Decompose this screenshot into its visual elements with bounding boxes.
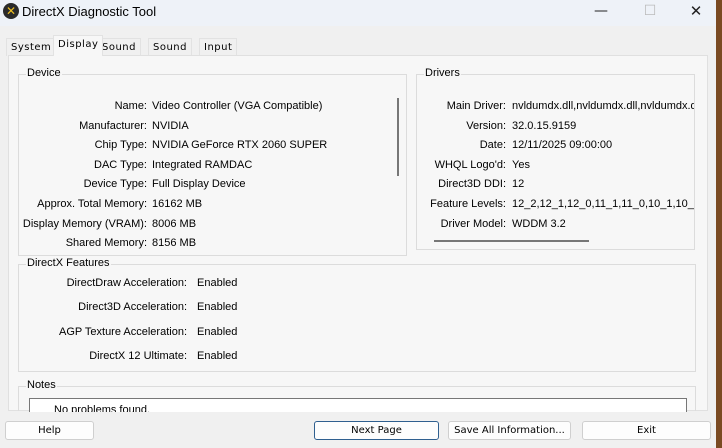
title-bar: ✕ DirectX Diagnostic Tool — ☐ ✕ — [0, 0, 716, 26]
exit-button[interactable]: Exit — [582, 421, 711, 440]
device-value: NVIDIA — [152, 119, 189, 132]
device-label: DAC Type: — [94, 158, 147, 171]
device-value: Full Display Device — [152, 178, 246, 191]
drivers-label: Main Driver: — [446, 100, 506, 112]
device-label: Manufacturer: — [79, 119, 147, 132]
device-label: Display Memory (VRAM): — [22, 217, 147, 230]
directx-features-group: DirectX Features DirectDraw Acceleration… — [18, 257, 696, 372]
features-value: Enabled — [197, 350, 238, 363]
device-value: Integrated RAMDAC — [152, 158, 253, 171]
next-page-button[interactable]: Next Page — [314, 421, 439, 440]
drivers-label: WHQL Logo'd: — [434, 158, 506, 171]
notes-group: Notes No problems found. — [18, 379, 696, 412]
vertical-scrollbar[interactable] — [397, 98, 399, 176]
features-value: Enabled — [197, 277, 238, 289]
save-all-information-button[interactable]: Save All Information... — [448, 421, 571, 440]
features-value: Enabled — [197, 301, 238, 314]
features-group-title: DirectX Features — [26, 257, 111, 269]
drivers-value: nvldumdx.dll,nvldumdx.dll,nvldumdx.d — [512, 100, 694, 112]
drivers-label: Direct3D DDI: — [438, 178, 506, 191]
notes-text: No problems found. — [54, 404, 150, 412]
device-value: NVIDIA GeForce RTX 2060 SUPER — [152, 139, 328, 152]
device-label: Chip Type: — [94, 139, 147, 152]
directx-icon: ✕ — [3, 3, 19, 19]
tab-system[interactable]: System — [6, 38, 57, 56]
device-label: Approx. Total Memory: — [37, 198, 147, 210]
features-label: DirectDraw Acceleration: — [66, 277, 187, 289]
notes-textbox[interactable]: No problems found. — [29, 398, 687, 412]
horizontal-scrollbar[interactable] — [434, 240, 589, 242]
minimize-button[interactable]: — — [578, 0, 624, 24]
drivers-value: 32.0.15.9159 — [512, 119, 577, 132]
features-label: Direct3D Acceleration: — [78, 301, 187, 314]
close-button[interactable]: ✕ — [673, 0, 719, 24]
device-value: 16162 MB — [152, 198, 203, 210]
device-group-title: Device — [26, 67, 62, 79]
drivers-label: Date: — [479, 139, 506, 152]
dxdiag-window: ✕ DirectX Diagnostic Tool — ☐ ✕ System D… — [0, 0, 716, 448]
window-title: DirectX Diagnostic Tool — [22, 4, 157, 19]
features-label: AGP Texture Acceleration: — [59, 325, 187, 338]
notes-group-title: Notes — [26, 379, 57, 391]
device-label: Device Type: — [83, 178, 147, 191]
drivers-group-title: Drivers — [424, 67, 461, 79]
device-value: Video Controller (VGA Compatible) — [152, 100, 323, 112]
maximize-button[interactable]: ☐ — [627, 0, 673, 24]
features-value: Enabled — [197, 325, 238, 338]
device-label: Name: — [114, 100, 147, 112]
device-group: Device Name: Video Controller (VGA Compat… — [18, 67, 407, 256]
drivers-value: Yes — [512, 158, 530, 171]
drivers-value: 12/11/2025 09:00:00 — [512, 139, 613, 152]
drivers-value: WDDM 3.2 — [512, 217, 566, 230]
drivers-value: 12 — [512, 178, 525, 191]
drivers-label: Driver Model: — [440, 217, 506, 230]
device-label: Shared Memory: — [65, 237, 147, 250]
drivers-value: 12_2,12_1,12_0,11_1,11_0,10_1,10_ — [512, 198, 694, 210]
features-label: DirectX 12 Ultimate: — [89, 350, 187, 363]
drivers-label: Version: — [466, 119, 506, 132]
help-button[interactable]: Help — [5, 421, 94, 440]
tab-input[interactable]: Input — [199, 38, 238, 56]
drivers-rows: Main Driver: nvldumdx.dll,nvldumdx.dll,nv… — [417, 75, 694, 235]
device-value: 8156 MB — [152, 237, 197, 250]
drivers-label: Feature Levels: — [430, 198, 506, 210]
tab-sound-2[interactable]: Sound 2 — [148, 38, 192, 70]
device-value: 8006 MB — [152, 217, 197, 230]
tab-display[interactable]: Display — [53, 35, 104, 56]
tab-sound-1[interactable]: Sound 1 — [97, 38, 141, 70]
drivers-group: Drivers Main Driver: nvldumdx.dll,nvldumd… — [416, 67, 695, 250]
